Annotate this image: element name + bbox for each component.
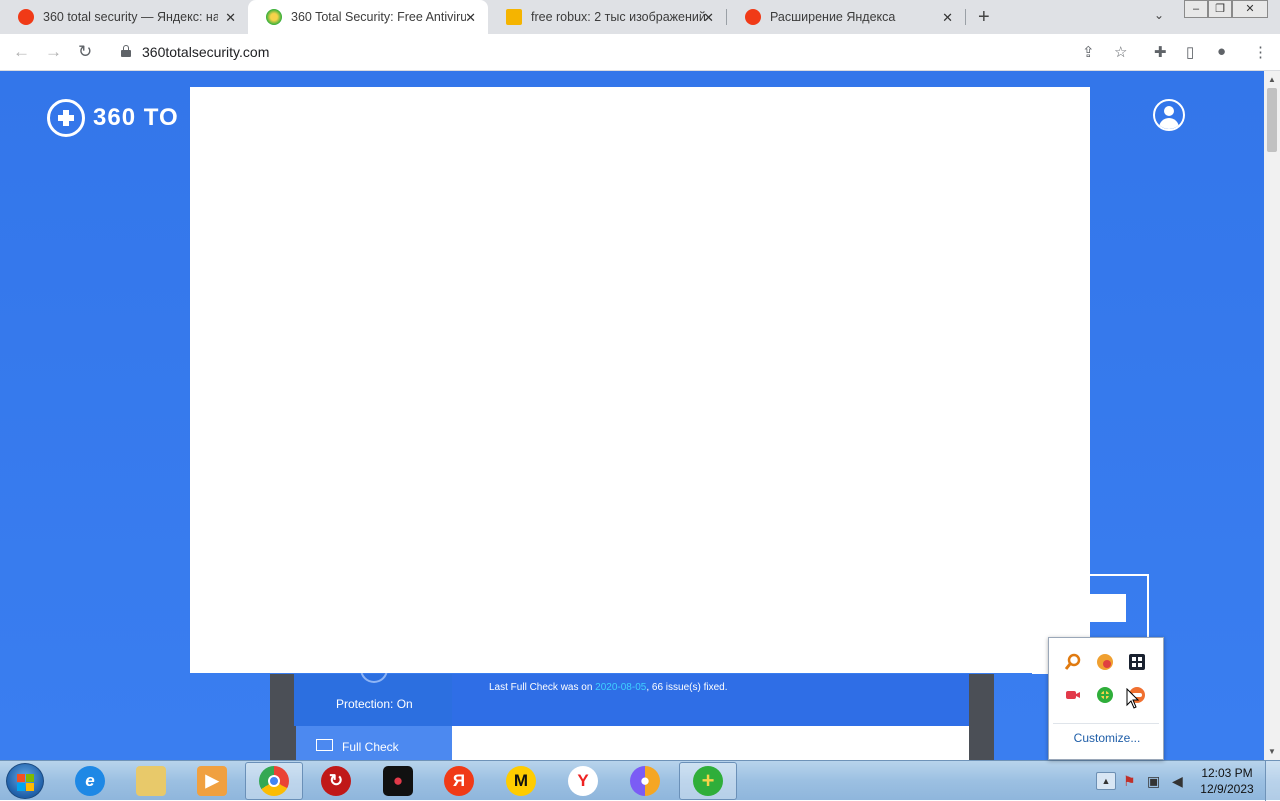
monitor-icon [316, 739, 333, 751]
taskbar-video-recorder[interactable]: ● [369, 762, 427, 800]
taskbar-yandex[interactable]: Я [430, 762, 488, 800]
close-window-button[interactable]: ✕ [1232, 0, 1268, 18]
yandex-browser-icon: Y [568, 766, 598, 796]
360-total-security-icon: + [693, 766, 723, 796]
tab-strip: 360 total security — Яндекс: нашлось ✕ 3… [0, 0, 1280, 34]
app-content-area [452, 726, 969, 760]
system-clock[interactable]: 12:03 PM 12/9/2023 [1196, 765, 1258, 797]
forward-arrow-icon[interactable]: → [45, 42, 62, 62]
browser-toolbar: ← → ↻ 360totalsecurity.com ⇪ ☆ ✚ ▯ ● ⋮ [0, 34, 1280, 71]
side-panel-icon[interactable]: ▯ [1186, 43, 1194, 61]
close-icon[interactable]: ✕ [942, 10, 953, 26]
taskbar-red-app[interactable]: ↻ [307, 762, 365, 800]
lock-icon[interactable] [121, 45, 131, 57]
tab-yandex-extension[interactable]: Расширение Яндекса ✕ [727, 0, 965, 34]
taskbar-yandex-market[interactable]: M [492, 762, 550, 800]
internet-explorer-icon: e [75, 766, 105, 796]
taskbar-chrome[interactable] [245, 762, 303, 800]
red-app-icon: ↻ [321, 766, 351, 796]
share-icon[interactable]: ⇪ [1082, 43, 1095, 61]
360-icon [266, 9, 282, 25]
protection-status: Protection: On [336, 697, 413, 711]
tab-title: 360 Total Security: Free Antivirus [291, 10, 466, 24]
clock-date: 12/9/2023 [1200, 782, 1254, 796]
yandex-icon [18, 9, 34, 25]
vpn-lock-icon: ● [630, 766, 660, 796]
minimize-button[interactable]: – [1184, 0, 1208, 18]
scroll-down-arrow-icon[interactable]: ▼ [1268, 747, 1276, 756]
tray-overflow-popup: Customize... [1048, 637, 1164, 760]
address-bar[interactable]: 360totalsecurity.com [142, 44, 269, 60]
tab-title: 360 total security — Яндекс: нашлось [43, 10, 218, 24]
scroll-thumb[interactable] [1267, 88, 1277, 152]
profile-icon[interactable]: ● [1217, 43, 1226, 60]
blank-modal-overlay [190, 87, 1090, 673]
user-account-icon[interactable] [1153, 99, 1185, 131]
logo-text: 360 TO [93, 104, 179, 131]
new-tab-button[interactable]: + [978, 6, 990, 29]
reload-icon[interactable]: ↻ [78, 42, 92, 62]
action-center-flag-icon[interactable]: ⚑ [1123, 773, 1136, 790]
tab-title: Расширение Яндекса [770, 10, 896, 24]
full-check-label: Full Check [342, 740, 399, 754]
volume-muted-icon[interactable]: ◀ [1172, 773, 1183, 790]
tab-360-total-security[interactable]: 360 Total Security: Free Antivirus ✕ [248, 0, 488, 34]
last-check-text: Last Full Check was on 2020-08-05, 66 is… [489, 682, 728, 693]
show-hidden-icons-button[interactable]: ▲ [1096, 772, 1116, 790]
clock-time: 12:03 PM [1201, 766, 1253, 780]
taskbar-vpn[interactable]: ● [616, 762, 674, 800]
media-player-icon: ▶ [197, 766, 227, 796]
tab-divider [965, 9, 966, 25]
image-icon [506, 9, 522, 25]
yandex-icon: Я [444, 766, 474, 796]
extensions-puzzle-icon[interactable]: ✚ [1154, 43, 1167, 61]
chrome-icon [259, 766, 289, 796]
tab-free-robux[interactable]: free robux: 2 тыс изображений ✕ [488, 0, 726, 34]
bookmark-star-icon[interactable]: ☆ [1114, 43, 1127, 61]
taskbar-360-total-security[interactable]: + [679, 762, 737, 800]
menu-kebab-icon[interactable]: ⋮ [1253, 43, 1268, 61]
video-camera-icon: ● [383, 766, 413, 796]
restore-button[interactable]: ❐ [1208, 0, 1232, 18]
network-icon[interactable]: ▣ [1147, 773, 1160, 790]
market-icon: M [506, 766, 536, 796]
tab-title: free robux: 2 тыс изображений [531, 10, 706, 24]
tray-icon-grid [1049, 646, 1165, 716]
customize-link[interactable]: Customize... [1049, 731, 1165, 745]
start-button[interactable] [6, 763, 44, 799]
vertical-scrollbar[interactable]: ▲ ▼ [1264, 71, 1280, 760]
taskbar-yandex-browser[interactable]: Y [554, 762, 612, 800]
grid-app-icon[interactable] [1128, 653, 1146, 671]
close-icon[interactable]: ✕ [225, 10, 236, 26]
tab-search-chevron-icon[interactable]: ⌄ [1154, 8, 1164, 22]
yandex-icon [745, 9, 761, 25]
search-magnifier-icon[interactable] [1064, 653, 1082, 671]
360-logo[interactable]: 360 TO [47, 99, 179, 137]
security-shield-icon[interactable] [1096, 653, 1114, 671]
360-total-security-icon[interactable] [1096, 686, 1114, 704]
mouse-cursor-icon [1126, 687, 1140, 715]
windows-taskbar: e ▶ ↻ ● Я M Y ● + ▲ ⚑ ▣ ◀ 12:03 PM 12/9/… [0, 760, 1280, 801]
scroll-up-arrow-icon[interactable]: ▲ [1268, 75, 1276, 84]
show-desktop-button[interactable] [1265, 761, 1280, 801]
divider [1053, 723, 1159, 724]
360-plus-icon [47, 99, 85, 137]
last-check-date: 2020-08-05 [595, 682, 647, 693]
back-arrow-icon[interactable]: ← [13, 42, 30, 62]
video-camera-icon[interactable] [1064, 686, 1082, 704]
folder-icon [136, 766, 166, 796]
taskbar-media-player[interactable]: ▶ [183, 762, 241, 800]
taskbar-file-explorer[interactable] [122, 762, 180, 800]
taskbar-internet-explorer[interactable]: e [61, 762, 119, 800]
close-icon[interactable]: ✕ [465, 10, 476, 26]
tab-yandex-search[interactable]: 360 total security — Яндекс: нашлось ✕ [0, 0, 248, 34]
close-icon[interactable]: ✕ [703, 10, 714, 26]
